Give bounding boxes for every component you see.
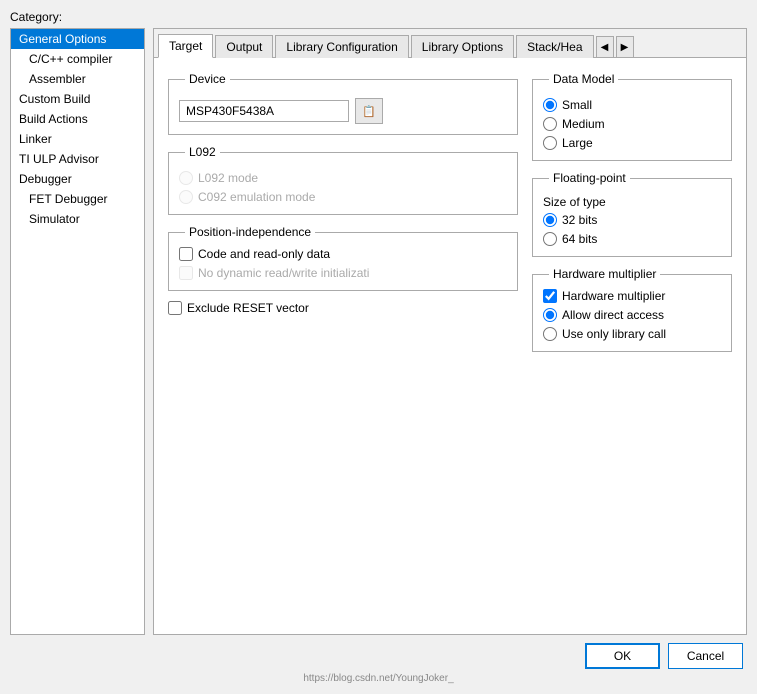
sidebar: General Options C/C++ compiler Assembler… <box>10 28 145 635</box>
sidebar-item-cpp-compiler[interactable]: C/C++ compiler <box>11 49 144 69</box>
code-readonly-checkbox[interactable] <box>179 247 193 261</box>
hw-multiplier-checkbox[interactable] <box>543 289 557 303</box>
left-column: Device 📋 L092 <box>168 72 518 620</box>
device-browse-button[interactable]: 📋 <box>355 98 383 124</box>
floating-point-legend: Floating-point <box>549 171 630 185</box>
hw-multiplier-legend: Hardware multiplier <box>549 267 660 281</box>
main-panel: Target Output Library Configuration Libr… <box>153 28 747 635</box>
code-readonly-option: Code and read-only data <box>179 247 507 261</box>
sidebar-item-simulator[interactable]: Simulator <box>11 209 144 229</box>
data-model-medium-option: Medium <box>543 117 721 131</box>
tab-scroll-right[interactable]: ▶ <box>616 36 634 58</box>
bits64-radio[interactable] <box>543 232 557 246</box>
floating-point-fieldset: Floating-point Size of type 32 bits 64 b… <box>532 171 732 257</box>
floating-point-radio-group: 32 bits 64 bits <box>543 213 721 246</box>
device-row: 📋 <box>179 98 507 124</box>
sidebar-item-linker[interactable]: Linker <box>11 129 144 149</box>
dialog: Category: General Options C/C++ compiler… <box>0 0 757 694</box>
sidebar-item-general-options[interactable]: General Options <box>11 29 144 49</box>
c092-mode-radio[interactable] <box>179 190 193 204</box>
bits32-option: 32 bits <box>543 213 721 227</box>
allow-direct-option: Allow direct access <box>543 308 721 322</box>
dialog-body: General Options C/C++ compiler Assembler… <box>10 28 747 635</box>
exclude-reset-checkbox[interactable] <box>168 301 182 315</box>
c092-mode-label: C092 emulation mode <box>198 190 315 204</box>
data-model-small-label: Small <box>562 98 592 112</box>
allow-direct-label: Allow direct access <box>562 308 664 322</box>
data-model-medium-label: Medium <box>562 117 605 131</box>
tab-library-config[interactable]: Library Configuration <box>275 35 408 58</box>
data-model-small-option: Small <box>543 98 721 112</box>
dialog-footer: OK Cancel <box>10 635 747 671</box>
position-independence-legend: Position-independence <box>185 225 315 239</box>
exclude-reset-label: Exclude RESET vector <box>187 301 309 315</box>
ok-button[interactable]: OK <box>585 643 660 669</box>
sidebar-item-assembler[interactable]: Assembler <box>11 69 144 89</box>
sidebar-item-debugger[interactable]: Debugger <box>11 169 144 189</box>
cancel-button[interactable]: Cancel <box>668 643 743 669</box>
bits32-radio[interactable] <box>543 213 557 227</box>
bits64-label: 64 bits <box>562 232 597 246</box>
sidebar-item-custom-build[interactable]: Custom Build <box>11 89 144 109</box>
data-model-radio-group: Small Medium Large <box>543 98 721 150</box>
tabs-bar: Target Output Library Configuration Libr… <box>154 29 746 58</box>
exclude-reset-option: Exclude RESET vector <box>168 301 518 315</box>
l092-radio-group: L092 mode C092 emulation mode <box>179 171 507 204</box>
data-model-large-option: Large <box>543 136 721 150</box>
bits64-option: 64 bits <box>543 232 721 246</box>
tab-library-options[interactable]: Library Options <box>411 35 514 58</box>
hw-multiplier-check-option: Hardware multiplier <box>543 289 721 303</box>
no-dynamic-option: No dynamic read/write initializati <box>179 266 507 280</box>
tab-scroll-left[interactable]: ◀ <box>596 36 614 58</box>
data-model-fieldset: Data Model Small Medium <box>532 72 732 161</box>
data-model-legend: Data Model <box>549 72 618 86</box>
hw-multiplier-fieldset: Hardware multiplier Hardware multiplier … <box>532 267 732 352</box>
tab-stack-heap[interactable]: Stack/Hea <box>516 35 593 58</box>
category-label: Category: <box>10 10 747 24</box>
data-model-large-label: Large <box>562 136 593 150</box>
watermark: https://blog.csdn.net/YoungJoker_ <box>10 671 747 684</box>
library-call-label: Use only library call <box>562 327 666 341</box>
data-model-small-radio[interactable] <box>543 98 557 112</box>
sidebar-item-fet-debugger[interactable]: FET Debugger <box>11 189 144 209</box>
device-legend: Device <box>185 72 230 86</box>
no-dynamic-checkbox[interactable] <box>179 266 193 280</box>
position-independence-fieldset: Position-independence Code and read-only… <box>168 225 518 291</box>
bits32-label: 32 bits <box>562 213 597 227</box>
right-column: Data Model Small Medium <box>532 72 732 620</box>
code-readonly-label: Code and read-only data <box>198 247 330 261</box>
size-of-type-label: Size of type <box>543 195 721 209</box>
hw-multiplier-label: Hardware multiplier <box>562 289 665 303</box>
data-model-large-radio[interactable] <box>543 136 557 150</box>
library-call-radio[interactable] <box>543 327 557 341</box>
hw-multiplier-radio-group: Allow direct access Use only library cal… <box>543 308 721 341</box>
tab-target[interactable]: Target <box>158 34 213 58</box>
library-call-option: Use only library call <box>543 327 721 341</box>
device-input[interactable] <box>179 100 349 122</box>
data-model-medium-radio[interactable] <box>543 117 557 131</box>
l092-mode-label: L092 mode <box>198 171 258 185</box>
tab-content: Device 📋 L092 <box>154 58 746 634</box>
sidebar-item-build-actions[interactable]: Build Actions <box>11 109 144 129</box>
l092-fieldset: L092 L092 mode C092 emulation mode <box>168 145 518 215</box>
sidebar-item-ti-ulp[interactable]: TI ULP Advisor <box>11 149 144 169</box>
l092-mode-option: L092 mode <box>179 171 507 185</box>
l092-legend: L092 <box>185 145 220 159</box>
device-fieldset: Device 📋 <box>168 72 518 135</box>
tab-output[interactable]: Output <box>215 35 273 58</box>
c092-mode-option: C092 emulation mode <box>179 190 507 204</box>
no-dynamic-label: No dynamic read/write initializati <box>198 266 369 280</box>
l092-mode-radio[interactable] <box>179 171 193 185</box>
allow-direct-radio[interactable] <box>543 308 557 322</box>
